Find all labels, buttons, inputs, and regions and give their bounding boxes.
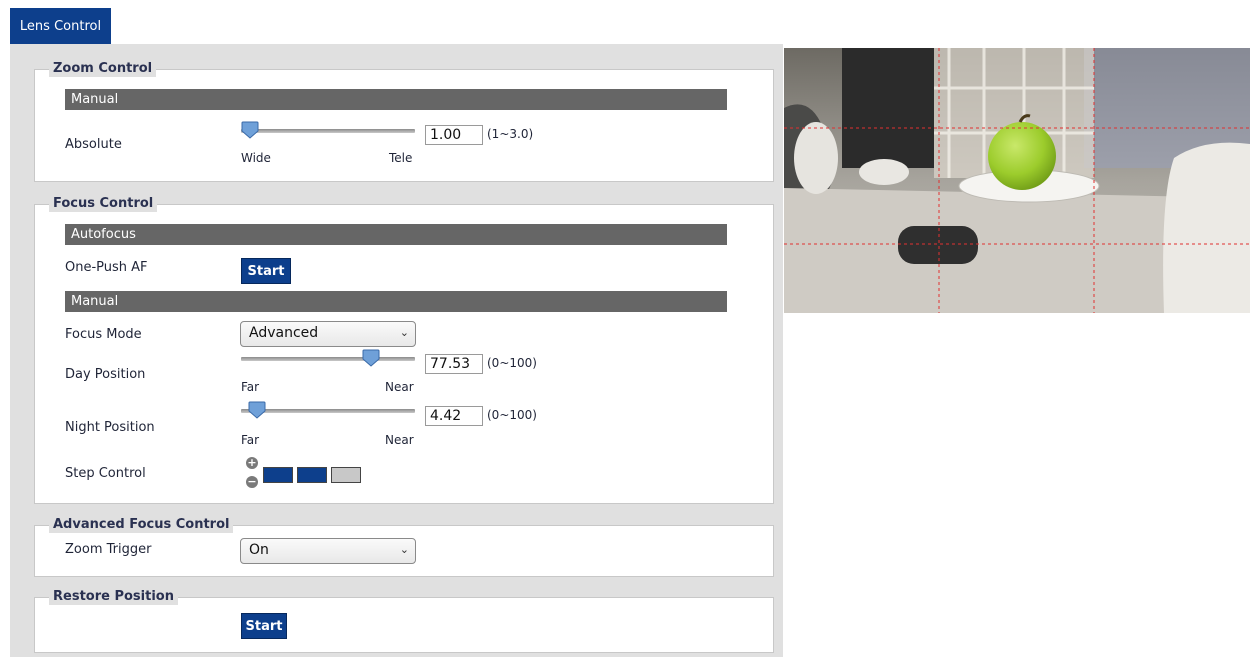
night-position-range: (0~100) (487, 408, 537, 422)
tab-lens-control[interactable]: Lens Control (10, 8, 111, 44)
chevron-down-icon: ⌄ (399, 326, 409, 339)
camera-right-device (1163, 142, 1250, 313)
zoom-control-legend: Zoom Control (49, 61, 157, 77)
night-position-track[interactable] (241, 409, 415, 413)
advanced-focus-group: Advanced Focus Control Zoom Trigger On ⌄ (34, 517, 774, 577)
focus-mode-select[interactable]: Advanced ⌄ (240, 321, 416, 347)
one-push-af-start-button[interactable]: Start (241, 258, 291, 284)
camera-mouse (859, 159, 909, 185)
plus-icon[interactable]: + (246, 457, 258, 469)
zoom-manual-bar: Manual (65, 89, 727, 110)
one-push-af-label: One-Push AF (65, 260, 148, 275)
advanced-focus-legend: Advanced Focus Control (49, 517, 234, 533)
day-far-label: Far (241, 380, 260, 394)
zoom-control-group: Zoom Control Manual Absolute Wide Tele 1… (34, 61, 774, 182)
zoom-value-input[interactable]: 1.00 (425, 125, 483, 145)
day-position-track[interactable] (241, 357, 415, 361)
day-position-range: (0~100) (487, 356, 537, 370)
zoom-absolute-label: Absolute (65, 137, 122, 152)
night-position-input[interactable]: 4.42 (425, 406, 483, 426)
night-position-thumb[interactable] (248, 401, 266, 419)
zoom-tele-label: Tele (389, 151, 413, 165)
restore-start-button[interactable]: Start (241, 613, 287, 639)
focus-control-legend: Focus Control (49, 196, 158, 212)
autofocus-bar: Autofocus (65, 224, 727, 245)
zoom-trigger-select[interactable]: On ⌄ (240, 538, 416, 564)
restore-position-group: Restore Position Start (34, 589, 774, 653)
focus-mode-label: Focus Mode (65, 327, 142, 342)
restore-position-legend: Restore Position (49, 589, 178, 605)
chevron-down-icon: ⌄ (399, 543, 409, 556)
day-position-label: Day Position (65, 367, 146, 382)
step-control-label: Step Control (65, 466, 146, 481)
zoom-slider-track[interactable] (241, 129, 415, 133)
zoom-range-hint: (1~3.0) (487, 127, 534, 141)
camera-white-device (794, 122, 838, 194)
focus-mode-value: Advanced (249, 325, 319, 341)
zoom-slider-thumb[interactable] (241, 121, 259, 139)
camera-preview (784, 48, 1250, 313)
camera-monitor (842, 48, 934, 168)
camera-dark-object (898, 226, 978, 264)
lens-control-panel: Zoom Control Manual Absolute Wide Tele 1… (10, 44, 783, 657)
day-position-input[interactable]: 77.53 (425, 354, 483, 374)
day-near-label: Near (385, 380, 414, 394)
minus-icon[interactable]: − (246, 476, 258, 488)
step-box[interactable] (263, 467, 293, 483)
zoom-trigger-value: On (249, 542, 269, 558)
night-far-label: Far (241, 433, 260, 447)
focus-manual-bar: Manual (65, 291, 727, 312)
step-box[interactable] (331, 467, 361, 483)
camera-apple (988, 122, 1056, 190)
night-near-label: Near (385, 433, 414, 447)
night-position-label: Night Position (65, 420, 155, 435)
step-box[interactable] (297, 467, 327, 483)
zoom-trigger-label: Zoom Trigger (65, 542, 152, 557)
focus-control-group: Focus Control Autofocus One-Push AF Star… (34, 196, 774, 504)
day-position-thumb[interactable] (362, 349, 380, 367)
zoom-wide-label: Wide (241, 151, 271, 165)
